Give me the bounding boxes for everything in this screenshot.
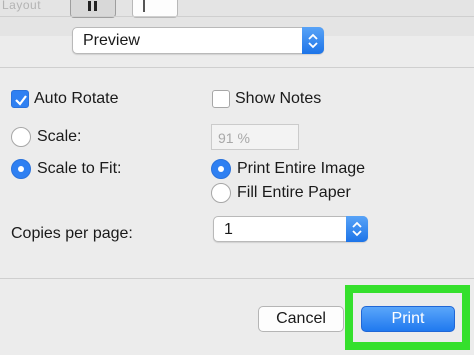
scale-percent-field[interactable]: 91 % xyxy=(211,124,299,150)
divider xyxy=(0,278,474,279)
divider xyxy=(0,16,474,17)
scale-label: Scale: xyxy=(37,128,82,145)
print-entire-image-label: Print Entire Image xyxy=(237,160,366,177)
scale-to-fit-label: Scale to Fit: xyxy=(37,160,122,177)
chevron-up-down-icon xyxy=(302,27,324,54)
auto-rotate-checkbox[interactable] xyxy=(11,90,29,108)
portrait-icon xyxy=(88,1,97,11)
landscape-icon xyxy=(143,0,145,12)
show-notes-label: Show Notes xyxy=(235,90,322,107)
copies-per-page-popup[interactable]: 1 xyxy=(213,216,368,242)
print-entire-image-radio[interactable] xyxy=(211,159,231,179)
fill-entire-paper-label: Fill Entire Paper xyxy=(237,184,351,201)
divider xyxy=(0,67,474,68)
copies-per-page-label: Copies per page: xyxy=(11,225,133,242)
fill-entire-paper-radio[interactable] xyxy=(211,183,231,203)
scale-percent-value: 91 % xyxy=(218,130,250,146)
cancel-button[interactable]: Cancel xyxy=(258,306,344,332)
scale-radio[interactable] xyxy=(11,127,31,147)
app-section-selected: Preview xyxy=(83,32,140,49)
scale-to-fit-radio[interactable] xyxy=(11,159,31,179)
checkmark-icon xyxy=(15,95,27,106)
print-highlight-box xyxy=(345,285,470,350)
show-notes-checkbox[interactable] xyxy=(212,90,230,108)
app-section-popup[interactable]: Preview xyxy=(72,27,324,54)
chevron-up-down-icon xyxy=(346,216,368,242)
section-label: Layout xyxy=(2,0,42,12)
auto-rotate-label: Auto Rotate xyxy=(34,90,119,107)
copies-per-page-value: 1 xyxy=(224,221,233,238)
